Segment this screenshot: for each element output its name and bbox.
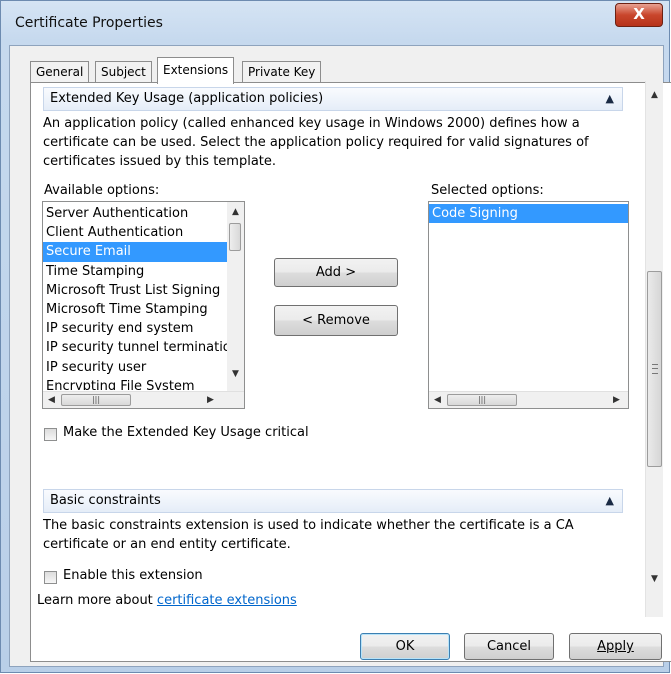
eku-critical-label[interactable]: Make the Extended Key Usage critical (63, 425, 309, 440)
arrow-up-icon[interactable]: ▲ (228, 207, 243, 217)
add-button[interactable]: Add > (274, 258, 398, 287)
learn-more-prefix: Learn more about (37, 593, 157, 608)
arrow-left-icon[interactable]: ◀ (44, 395, 59, 405)
cancel-button[interactable]: Cancel (464, 633, 554, 660)
apply-button[interactable]: Apply (569, 633, 662, 660)
list-item-selected[interactable]: Secure Email (43, 242, 227, 262)
list-item[interactable]: Server Authentication (43, 204, 227, 223)
basic-constraints-header[interactable]: Basic constraints ▲ (43, 489, 623, 513)
enable-extension-checkbox[interactable] (44, 571, 57, 584)
enable-extension-label[interactable]: Enable this extension (63, 568, 203, 583)
selected-horizontal-scrollbar[interactable]: ◀ ||| ▶ (429, 391, 628, 408)
certificate-extensions-link[interactable]: certificate extensions (157, 593, 297, 608)
arrow-down-icon[interactable]: ▼ (646, 571, 663, 588)
list-item[interactable]: Microsoft Time Stamping (43, 300, 227, 319)
grip-icon (652, 364, 658, 374)
list-item[interactable]: IP security user (43, 358, 227, 377)
vertical-thumb[interactable] (229, 223, 241, 251)
chevron-up-icon[interactable]: ▲ (606, 88, 614, 110)
list-item-selected[interactable]: Code Signing (429, 204, 628, 224)
available-horizontal-scrollbar[interactable]: ◀ ||| ▶ (43, 391, 244, 408)
available-options-listbox[interactable]: Server Authentication Client Authenticat… (42, 201, 245, 409)
close-icon: X (633, 5, 645, 23)
arrow-down-icon[interactable]: ▼ (228, 369, 243, 379)
eku-section-title: Extended Key Usage (application policies… (50, 91, 324, 106)
panel-scroll-thumb[interactable] (647, 271, 662, 467)
tab-label: General (36, 65, 84, 79)
eku-description: An application policy (called enhanced k… (43, 116, 589, 169)
title-bar[interactable]: Certificate Properties X (1, 1, 669, 45)
selected-options-label: Selected options: (431, 183, 544, 198)
eku-section-header[interactable]: Extended Key Usage (application policies… (43, 87, 623, 111)
list-item[interactable]: Client Authentication (43, 223, 227, 242)
tab-label: Subject (101, 65, 146, 79)
arrow-right-icon[interactable]: ▶ (203, 395, 218, 405)
tab-subject[interactable]: Subject (95, 61, 152, 83)
list-item[interactable]: Microsoft Trust List Signing (43, 281, 227, 300)
tab-private-key[interactable]: Private Key (242, 61, 322, 83)
arrow-up-icon[interactable]: ▲ (646, 87, 663, 104)
list-item[interactable]: IP security tunnel termination (43, 338, 227, 357)
learn-more-text: Learn more about certificate extensions (37, 593, 297, 608)
ok-button[interactable]: OK (360, 633, 450, 660)
chevron-up-icon[interactable]: ▲ (606, 490, 614, 512)
tab-label: Private Key (248, 65, 316, 79)
basic-constraints-title: Basic constraints (50, 493, 161, 508)
tab-general[interactable]: General (30, 61, 90, 83)
tab-label: Extensions (163, 63, 229, 77)
eku-critical-checkbox[interactable] (44, 428, 57, 441)
panel-vertical-scrollbar[interactable]: ▲ ▼ (645, 81, 663, 617)
extensions-scroll-region[interactable]: Extended Key Usage (application policies… (29, 81, 663, 617)
available-options-list: Server Authentication Client Authenticat… (43, 204, 227, 390)
horizontal-thumb[interactable]: ||| (61, 394, 131, 406)
list-item[interactable]: Time Stamping (43, 262, 227, 281)
arrow-right-icon[interactable]: ▶ (609, 395, 624, 405)
tab-extensions[interactable]: Extensions (157, 57, 235, 84)
window-title: Certificate Properties (15, 15, 163, 31)
basic-constraints-description: The basic constraints extension is used … (43, 518, 574, 552)
horizontal-thumb[interactable]: ||| (447, 394, 517, 406)
available-vertical-scrollbar[interactable]: ▲ ▼ (227, 202, 244, 391)
close-button[interactable]: X (615, 3, 663, 27)
remove-button[interactable]: < Remove (274, 305, 398, 336)
list-item[interactable]: IP security end system (43, 319, 227, 338)
available-options-label: Available options: (44, 183, 160, 198)
selected-options-listbox[interactable]: Code Signing ◀ ||| ▶ (428, 201, 629, 409)
selected-options-list: Code Signing (429, 204, 628, 224)
list-item[interactable]: Encrypting File System (43, 377, 227, 390)
arrow-left-icon[interactable]: ◀ (430, 395, 445, 405)
